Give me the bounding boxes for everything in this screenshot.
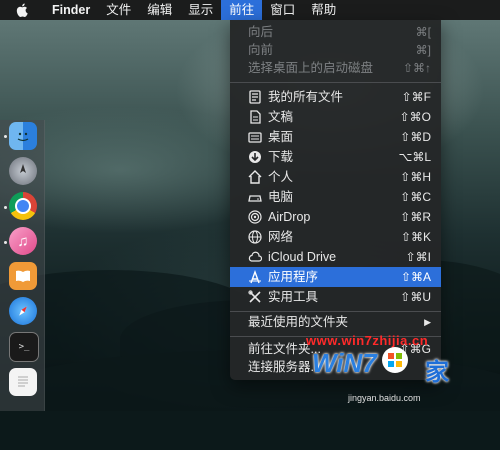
watermark-source: jingyan.baidu.com <box>348 393 421 403</box>
menu-item-startup-disk[interactable]: 选择桌面上的启动磁盘 ⇧⌘↑ <box>230 58 441 78</box>
menu-item-recent-folders[interactable]: 最近使用的文件夹 ▶ <box>230 312 441 332</box>
menu-item-utilities[interactable]: 实用工具 ⇧⌘U <box>230 287 441 307</box>
menu-bar: Finder 文件 编辑 显示 前往 窗口 帮助 <box>0 0 500 20</box>
computer-icon <box>248 195 262 202</box>
menu-item-icloud-drive[interactable]: iCloud Drive ⇧⌘I <box>230 247 441 267</box>
menu-separator <box>230 82 441 83</box>
icloud-icon <box>248 251 262 262</box>
menu-item-documents[interactable]: 文稿 ⇧⌘O <box>230 107 441 127</box>
watermark-logo-cn: 家 <box>425 359 449 386</box>
watermark-logo: WiN7 <box>312 348 377 378</box>
submenu-arrow-icon: ▶ <box>424 317 431 327</box>
running-indicator <box>4 206 7 209</box>
chrome-icon[interactable] <box>9 192 37 220</box>
menu-item-airdrop[interactable]: AirDrop ⇧⌘R <box>230 207 441 227</box>
menu-edit[interactable]: 编辑 <box>139 0 180 20</box>
ibooks-icon[interactable] <box>9 262 37 290</box>
menu-item-back[interactable]: 向后 ⌘[ <box>230 22 441 42</box>
menu-item-forward[interactable]: 向前 ⌘] <box>230 40 441 60</box>
watermark-url: www.win7zhijia.cn <box>306 333 429 348</box>
dock: ♫ >_ <box>0 120 45 411</box>
documents-icon <box>250 110 261 124</box>
windows-logo-icon <box>382 347 408 373</box>
running-indicator <box>4 241 7 244</box>
running-indicator <box>4 135 7 138</box>
terminal-icon[interactable]: >_ <box>9 332 39 362</box>
menu-file[interactable]: 文件 <box>98 0 139 20</box>
menu-finder[interactable]: Finder <box>44 0 98 20</box>
applications-icon <box>249 270 261 284</box>
network-icon <box>248 230 262 244</box>
launchpad-icon[interactable] <box>9 157 37 185</box>
menu-item-downloads[interactable]: 下载 ⌥⌘L <box>230 147 441 167</box>
menu-go[interactable]: 前往 <box>221 0 263 20</box>
menu-item-computer[interactable]: 电脑 ⇧⌘C <box>230 187 441 207</box>
safari-icon[interactable] <box>9 297 37 325</box>
menu-item-applications[interactable]: 应用程序 ⇧⌘A <box>230 267 441 287</box>
menu-item-all-files[interactable]: 我的所有文件 ⇧⌘F <box>230 87 441 107</box>
utilities-icon <box>248 290 261 303</box>
home-icon <box>248 170 262 184</box>
textedit-icon[interactable] <box>9 368 37 396</box>
desktop-icon <box>248 132 262 143</box>
finder-icon[interactable] <box>9 122 37 150</box>
menu-window[interactable]: 窗口 <box>262 0 303 20</box>
downloads-icon <box>249 151 261 163</box>
itunes-icon[interactable]: ♫ <box>9 227 37 255</box>
menu-item-network[interactable]: 网络 ⇧⌘K <box>230 227 441 247</box>
menu-help[interactable]: 帮助 <box>303 0 344 20</box>
all-files-icon <box>249 90 261 104</box>
menu-item-home[interactable]: 个人 ⇧⌘H <box>230 167 441 187</box>
menu-view[interactable]: 显示 <box>180 0 221 20</box>
menu-item-desktop[interactable]: 桌面 ⇧⌘D <box>230 127 441 147</box>
apple-menu-icon[interactable] <box>0 0 44 20</box>
go-menu-dropdown: 向后 ⌘[ 向前 ⌘] 选择桌面上的启动磁盘 ⇧⌘↑ 我的所有文件 ⇧⌘F 文稿… <box>230 20 441 380</box>
airdrop-icon <box>248 210 262 224</box>
